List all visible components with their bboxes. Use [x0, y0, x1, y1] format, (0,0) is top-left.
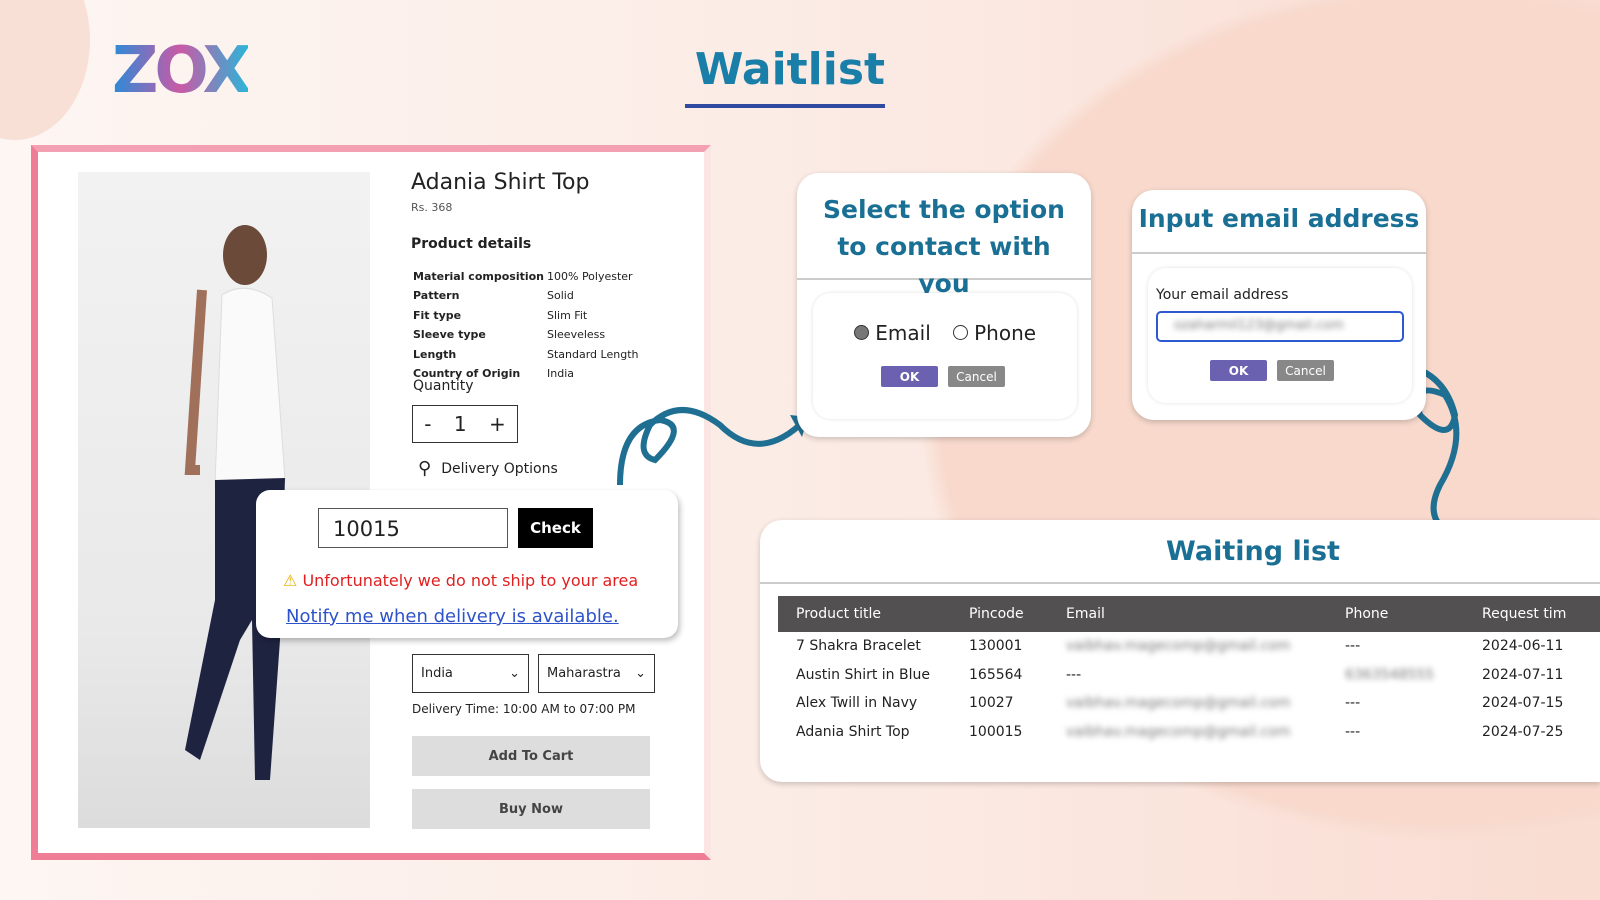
buy-now-button[interactable]: Buy Now — [412, 789, 650, 829]
cancel-button[interactable]: Cancel — [948, 366, 1005, 387]
state-value: Maharastra — [547, 666, 621, 681]
table-cell: Austin Shirt in Blue — [796, 666, 930, 683]
column-header: Request tim — [1464, 596, 1600, 632]
shipping-warning: ⚠ Unfortunately we do not ship to your a… — [283, 571, 638, 590]
table-row: Adania Shirt Top 100015 vaibhav.magecomp@g… — [778, 718, 1600, 747]
spec-key: Sleeve type — [413, 328, 486, 342]
spec-row: Fit type Slim Fit — [413, 307, 638, 324]
warning-text: Unfortunately we do not ship to your are… — [302, 571, 639, 590]
radio-selected-icon[interactable] — [853, 325, 869, 340]
spec-value: India — [547, 367, 574, 381]
column-header: Pincode — [951, 596, 1048, 632]
spec-key: Fit type — [413, 308, 462, 322]
email-input-value: ozaharmil123@gmail.com — [1174, 318, 1344, 333]
warning-icon: ⚠ — [283, 571, 298, 590]
spec-value: 100% Polyester — [547, 270, 633, 283]
product-name: Adania Shirt Top — [411, 170, 590, 195]
increment-button[interactable]: + — [489, 412, 506, 436]
email-radio[interactable]: Email — [853, 321, 931, 345]
logo: ZOX — [112, 34, 252, 108]
spec-key: Material composition — [413, 270, 545, 283]
country-select[interactable]: India ⌄ — [412, 654, 529, 693]
table-cell: 2024-07-25 — [1482, 723, 1564, 740]
table-cell: Alex Twill in Navy — [796, 695, 918, 712]
ok-button[interactable]: OK — [1210, 360, 1267, 381]
email-radio-label: Email — [875, 321, 931, 345]
spec-value: Solid — [547, 289, 574, 303]
chevron-down-icon: ⌄ — [635, 666, 646, 681]
email-input[interactable]: ozaharmil123@gmail.com — [1156, 311, 1404, 342]
decor-blob — [0, 0, 90, 140]
waiting-list-table: Product title Pincode Email Phone Request ti… — [778, 596, 1600, 746]
table-cell: Adania Shirt Top — [796, 723, 910, 740]
email-label: Your email address — [1156, 287, 1289, 303]
product-price: Rs. 368 — [411, 201, 453, 214]
spec-table: Material composition 100% Polyester Patter… — [411, 266, 640, 384]
contact-options-panel: Email Phone OK Cancel — [813, 293, 1077, 419]
table-cell: 6363548555 — [1345, 666, 1435, 683]
delivery-options-label: Delivery Options — [441, 460, 558, 477]
ok-button[interactable]: OK — [881, 366, 938, 387]
table-cell: --- — [1345, 638, 1361, 655]
spec-key: Length — [413, 347, 457, 361]
cancel-button[interactable]: Cancel — [1277, 360, 1334, 381]
table-cell: 130001 — [969, 638, 1023, 655]
table-cell: 2024-07-11 — [1482, 666, 1564, 683]
table-header: Product title Pincode Email Phone Request ti… — [778, 596, 1600, 632]
spec-value: Standard Length — [547, 347, 639, 361]
radio-empty-icon[interactable] — [952, 325, 968, 340]
table-cell: 10027 — [969, 695, 1014, 712]
spec-row: Material composition 100% Polyester — [413, 268, 638, 285]
quantity-stepper[interactable]: - 1 + — [412, 405, 518, 443]
column-header: Email — [1048, 596, 1327, 632]
contact-option-card: Select the option to contact with you Em… — [797, 173, 1091, 437]
table-cell: --- — [1345, 723, 1361, 740]
table-row: Alex Twill in Navy 10027 vaibhav.magecomp@… — [778, 689, 1600, 718]
decrement-button[interactable]: - — [424, 412, 431, 436]
table-cell: vaibhav.magecomp@gmail.com — [1066, 638, 1291, 655]
phone-radio[interactable]: Phone — [952, 321, 1037, 345]
table-cell: --- — [1066, 666, 1082, 683]
waiting-list-heading: Waiting list — [760, 520, 1600, 584]
contact-heading: Select the option to contact with you — [797, 173, 1091, 298]
country-value: India — [421, 666, 453, 681]
notify-link[interactable]: Notify me when delivery is available. — [286, 606, 619, 627]
table-cell: 2024-06-11 — [1482, 638, 1564, 655]
page-title: Waitlist — [694, 44, 886, 95]
quantity-value[interactable]: 1 — [454, 412, 467, 436]
table-cell: 165564 — [969, 666, 1023, 683]
spec-value: Sleeveless — [547, 328, 606, 342]
table-row: Austin Shirt in Blue 165564 --- 6363548555 2… — [778, 661, 1600, 690]
product-details-heading: Product details — [411, 236, 532, 252]
email-card-heading: Input email address — [1132, 190, 1426, 254]
table-cell: --- — [1345, 695, 1361, 712]
table-cell: 100015 — [969, 723, 1023, 740]
pincode-input[interactable]: 10015 — [318, 508, 508, 548]
spec-value: Slim Fit — [547, 308, 588, 322]
arrow-icon — [617, 407, 808, 486]
delivery-options: ⚲ Delivery Options — [418, 458, 558, 479]
table-cell: 7 Shakra Bracelet — [796, 638, 921, 655]
table-cell: vaibhav.magecomp@gmail.com — [1066, 723, 1291, 740]
spec-key: Pattern — [413, 289, 460, 303]
table-cell: vaibhav.magecomp@gmail.com — [1066, 695, 1291, 712]
check-button[interactable]: Check — [518, 508, 593, 548]
chevron-down-icon: ⌄ — [509, 666, 520, 681]
table-cell: 2024-07-15 — [1482, 695, 1564, 712]
table-row: 7 Shakra Bracelet 130001 vaibhav.magecomp@… — [778, 632, 1600, 661]
email-panel: Your email address ozaharmil123@gmail.co… — [1148, 268, 1412, 403]
column-header: Product title — [778, 596, 951, 632]
quantity-label: Quantity — [413, 378, 474, 394]
spec-row: Length Standard Length — [413, 346, 638, 363]
spec-row: Pattern Solid — [413, 287, 638, 304]
phone-radio-label: Phone — [974, 321, 1037, 345]
email-input-card: Input email address Your email address o… — [1132, 190, 1426, 420]
delivery-time: Delivery Time: 10:00 AM to 07:00 PM — [412, 702, 636, 716]
column-header: Phone — [1327, 596, 1464, 632]
spec-row: Sleeve type Sleeveless — [413, 326, 638, 343]
location-pin-icon: ⚲ — [418, 458, 432, 479]
state-select[interactable]: Maharastra ⌄ — [538, 654, 655, 693]
title-underline — [685, 104, 885, 108]
add-to-cart-button[interactable]: Add To Cart — [412, 736, 650, 776]
